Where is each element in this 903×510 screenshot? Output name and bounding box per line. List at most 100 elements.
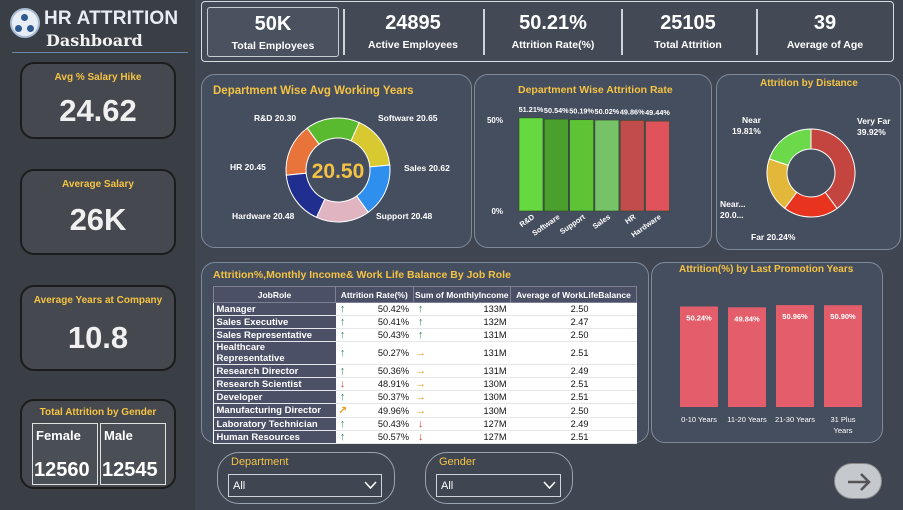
slice-label: Near...: [720, 199, 746, 209]
column-header-attrition-rate[interactable]: Attrition Rate(%): [335, 286, 414, 303]
bar-value-label: 50.02%: [595, 107, 620, 116]
kpi-label: Total Attrition: [654, 39, 722, 51]
cell-worklife-balance: 2.50: [510, 328, 637, 342]
x-tick-label: HR: [623, 212, 638, 226]
bar-value-label: 50.24%: [686, 314, 712, 323]
table-row[interactable]: Sales Executive ↑ 50.41% ↑ 132M 2.47: [213, 315, 637, 329]
table-row[interactable]: Human Resources ↑ 50.57% ↓ 127M 2.51: [213, 430, 637, 444]
slicer-gender: Gender All: [425, 452, 573, 504]
arrow-right-icon: →: [413, 377, 429, 391]
x-tick-label: Software: [530, 212, 561, 238]
cell-worklife-balance: 2.49: [510, 417, 637, 431]
cell-worklife-balance: 2.51: [510, 341, 637, 365]
table-row[interactable]: Manufacturing Director ↗ 49.96% → 130M 2.50: [213, 403, 637, 418]
cell-jobrole: Manager: [213, 302, 336, 316]
panel-job-role-table: Attrition%,Monthly Income& Work Life Bal…: [201, 262, 649, 444]
column-header-worklife-balance[interactable]: Average of WorkLifeBalance: [510, 286, 637, 303]
cell-attrition-rate: 50.41%: [349, 315, 414, 329]
kpi-card-average-salary: Average Salary 26K: [20, 169, 176, 255]
cell-monthly-income: 131M: [428, 328, 511, 342]
slice-label: Near: [742, 115, 762, 125]
slice-label: 39.92%: [857, 127, 886, 137]
female-value: 12560: [34, 459, 90, 481]
table-row[interactable]: Manager ↑ 50.42% ↑ 133M 2.50: [213, 302, 637, 316]
chart-title: Attrition%,Monthly Income& Work Life Bal…: [213, 269, 511, 281]
arrow-up-icon: ↑: [335, 315, 350, 329]
top-kpi-strip: 50K Total Employees 24895 Active Employe…: [201, 1, 894, 62]
kpi-average-age: 39 Average of Age: [760, 7, 890, 57]
slicer-label: Gender: [439, 456, 476, 468]
column-header-jobrole[interactable]: JobRole: [213, 286, 336, 303]
logo: HR ATTRITION Dashboard: [8, 4, 192, 52]
cell-worklife-balance: 2.50: [510, 403, 637, 418]
cell-jobrole: Sales Representative: [213, 328, 336, 342]
kpi-label: Average of Age: [786, 39, 864, 51]
arrow-right-icon: →: [413, 390, 429, 404]
slice-label: Hardware 20.48: [232, 211, 295, 221]
cell-jobrole: Research Director: [213, 364, 336, 378]
donut-chart-distance: Very Far39.92% Far 20.24% Near...20.0... Ne…: [720, 115, 891, 242]
cell-worklife-balance: 2.51: [510, 390, 637, 404]
gender-dropdown[interactable]: All: [436, 474, 561, 497]
table-row[interactable]: Laboratory Technician ↑ 50.43% ↓ 127M 2.49: [213, 417, 637, 431]
cell-worklife-balance: 2.50: [510, 302, 637, 316]
cell-monthly-income: 132M: [428, 315, 511, 329]
bar-value-label: 49.44%: [645, 108, 670, 117]
cell-jobrole: Human Resources: [213, 430, 336, 444]
slicer-department: Department All: [217, 452, 395, 504]
cell-worklife-balance: 2.47: [510, 315, 637, 329]
cell-jobrole: Healthcare Representative: [213, 341, 336, 365]
table-row[interactable]: Research Director ↑ 50.36% → 131M 2.49: [213, 364, 637, 378]
cell-monthly-income: 130M: [428, 390, 511, 404]
male-label: Male: [104, 428, 133, 443]
center-value: 20.50: [312, 160, 365, 183]
cell-attrition-rate: 50.36%: [349, 364, 414, 378]
column-header-monthly-income[interactable]: Sum of MonthlyIncome: [412, 286, 512, 303]
kpi-total-attrition: 25105 Total Attrition: [625, 7, 751, 57]
arrow-down-icon: ↓: [335, 377, 350, 391]
panel-dept-working-years: Department Wise Avg Working Years R&D 20…: [201, 74, 472, 248]
department-dropdown[interactable]: All: [228, 474, 382, 497]
cell-monthly-income: 131M: [428, 364, 511, 378]
kpi-value: 26K: [69, 202, 127, 237]
cell-jobrole: Manufacturing Director: [213, 403, 336, 418]
kpi-label: Average Years at Company: [33, 295, 163, 306]
cell-worklife-balance: 2.51: [510, 430, 637, 444]
arrow-right-icon: [848, 473, 871, 491]
sidebar: HR ATTRITION Dashboard Avg % Salary Hike…: [0, 0, 195, 510]
table-row[interactable]: Healthcare Representative ↑ 50.27% → 131M 2.5…: [213, 341, 637, 365]
table-row[interactable]: Developer ↑ 50.37% → 130M 2.51: [213, 390, 637, 404]
arrow-right-icon: →: [413, 364, 429, 378]
slice-label: Support 20.48: [376, 211, 432, 221]
kpi-label: Active Employees: [368, 39, 458, 51]
arrow-up-icon: ↑: [335, 341, 350, 365]
bar-chart-promotion-years: 50.24% 0-10 Years 49.84% 11-20 Years 50.96% 2…: [680, 305, 862, 435]
cell-monthly-income: 127M: [428, 430, 511, 444]
next-page-button[interactable]: [834, 463, 882, 499]
cell-monthly-income: 127M: [428, 417, 511, 431]
arrow-up-icon: ↑: [413, 328, 429, 342]
x-tick-label: 11-20 Years: [727, 415, 767, 424]
x-tick-label: Sales: [591, 212, 612, 231]
gender-card-title: Total Attrition by Gender: [39, 407, 157, 418]
kpi-value: 24895: [385, 12, 441, 34]
male-value: 12545: [102, 459, 158, 481]
arrow-up-icon: ↑: [335, 390, 350, 404]
cell-jobrole: Laboratory Technician: [213, 417, 336, 431]
cell-attrition-rate: 50.43%: [349, 417, 414, 431]
cell-monthly-income: 133M: [428, 302, 511, 316]
app-subtitle: Dashboard: [46, 31, 143, 50]
slice-label: HR 20.45: [230, 162, 266, 172]
panel-dept-attrition-rate: Department Wise Attrition Rate 50% 0% 51.2…: [474, 74, 712, 248]
table-row[interactable]: Research Scientist ↓ 48.91% → 130M 2.51: [213, 377, 637, 391]
table-row[interactable]: Sales Representative ↑ 50.43% ↑ 131M 2.50: [213, 328, 637, 342]
kpi-value: 39: [813, 12, 837, 34]
chevron-down-icon: [364, 481, 377, 490]
bar: [645, 120, 670, 212]
kpi-label: Average Salary: [62, 179, 134, 190]
x-tick-label: Support: [558, 212, 587, 236]
app-title: HR ATTRITION: [44, 8, 179, 29]
cell-worklife-balance: 2.51: [510, 377, 637, 391]
kpi-card-years-at-company: Average Years at Company 10.8: [20, 285, 176, 371]
arrow-up-icon: ↑: [413, 315, 429, 329]
